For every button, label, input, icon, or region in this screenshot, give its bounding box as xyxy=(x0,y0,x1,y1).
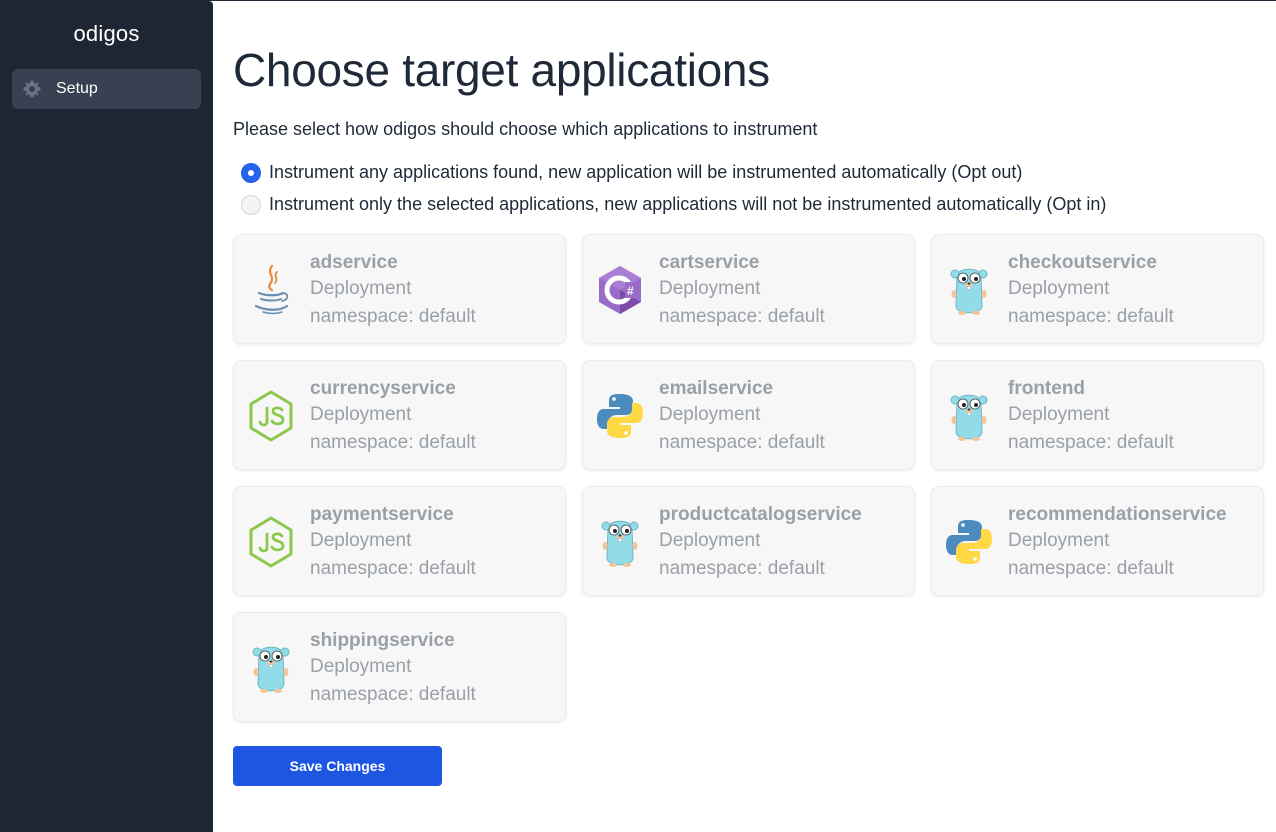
app-namespace: namespace: default xyxy=(310,684,476,705)
nodejs-icon xyxy=(246,388,296,444)
main-content: Choose target applications Please select… xyxy=(233,1,1276,832)
app-name: frontend xyxy=(1008,378,1086,399)
brand-logo-text: odigos xyxy=(73,21,140,46)
radio-opt-out[interactable]: Instrument any applications found, new a… xyxy=(241,162,1022,183)
sidebar: odigos Setup xyxy=(0,1,213,832)
sidebar-item-label: Setup xyxy=(56,80,98,97)
app-namespace: namespace: default xyxy=(659,558,825,579)
app-kind: Deployment xyxy=(659,404,761,425)
app-kind: Deployment xyxy=(659,530,761,551)
app-namespace: namespace: default xyxy=(310,432,476,453)
radio-opt-in[interactable]: Instrument only the selected application… xyxy=(241,194,1106,215)
gear-icon xyxy=(22,79,42,99)
save-changes-button[interactable]: Save Changes xyxy=(233,746,442,786)
app-name: recommendationservice xyxy=(1008,504,1227,525)
radio-button-opt-out[interactable] xyxy=(241,162,261,183)
page-title: Choose target applications xyxy=(233,44,770,96)
app-kind: Deployment xyxy=(310,530,412,551)
app-card-productcatalogservice[interactable]: productcatalogservice Deployment namespa… xyxy=(582,486,915,596)
app-name: cartservice xyxy=(659,252,760,273)
app-card-recommendationservice[interactable]: recommendationservice Deployment namespa… xyxy=(931,486,1264,596)
go-gopher-icon xyxy=(944,262,994,318)
app-card-cartservice[interactable]: cartservice Deployment namespace: defaul… xyxy=(582,234,915,344)
app-name: shippingservice xyxy=(310,630,455,651)
app-kind: Deployment xyxy=(310,278,412,299)
python-icon xyxy=(944,514,994,570)
nodejs-icon xyxy=(246,514,296,570)
app-namespace: namespace: default xyxy=(310,558,476,579)
app-name: emailservice xyxy=(659,378,774,399)
app-namespace: namespace: default xyxy=(1008,306,1174,327)
go-gopher-icon xyxy=(944,388,994,444)
app-card-currencyservice[interactable]: currencyservice Deployment namespace: de… xyxy=(233,360,566,470)
app-name: paymentservice xyxy=(310,504,454,525)
page-subtitle: Please select how odigos should choose w… xyxy=(233,119,818,139)
radio-button-opt-in[interactable] xyxy=(241,194,261,215)
app-namespace: namespace: default xyxy=(659,306,825,327)
app-card-frontend[interactable]: frontend Deployment namespace: default xyxy=(931,360,1264,470)
radio-label-opt-in: Instrument only the selected application… xyxy=(269,194,1107,214)
app-namespace: namespace: default xyxy=(659,432,825,453)
app-name: productcatalogservice xyxy=(659,504,862,525)
app-namespace: namespace: default xyxy=(310,306,476,327)
app-kind: Deployment xyxy=(310,656,412,677)
app-kind: Deployment xyxy=(1008,278,1110,299)
app-kind: Deployment xyxy=(310,404,412,425)
app-namespace: namespace: default xyxy=(1008,432,1174,453)
app-card-shippingservice[interactable]: shippingservice Deployment namespace: de… xyxy=(233,612,566,722)
app-card-adservice[interactable]: adservice Deployment namespace: default xyxy=(233,234,566,344)
radio-label-opt-out: Instrument any applications found, new a… xyxy=(269,162,1023,182)
go-gopher-icon xyxy=(246,640,296,696)
csharp-icon xyxy=(595,262,645,318)
java-icon xyxy=(246,262,296,318)
app-card-paymentservice[interactable]: paymentservice Deployment namespace: def… xyxy=(233,486,566,596)
app-card-emailservice[interactable]: emailservice Deployment namespace: defau… xyxy=(582,360,915,470)
sidebar-item-setup[interactable]: Setup xyxy=(12,69,201,109)
go-gopher-icon xyxy=(595,514,645,570)
app-namespace: namespace: default xyxy=(1008,558,1174,579)
app-name: currencyservice xyxy=(310,378,456,399)
app-kind: Deployment xyxy=(659,278,761,299)
app-card-checkoutservice[interactable]: checkoutservice Deployment namespace: de… xyxy=(931,234,1264,344)
app-kind: Deployment xyxy=(1008,530,1110,551)
app-name: checkoutservice xyxy=(1008,252,1157,273)
app-name: adservice xyxy=(310,252,398,273)
python-icon xyxy=(595,388,645,444)
app-kind: Deployment xyxy=(1008,404,1110,425)
